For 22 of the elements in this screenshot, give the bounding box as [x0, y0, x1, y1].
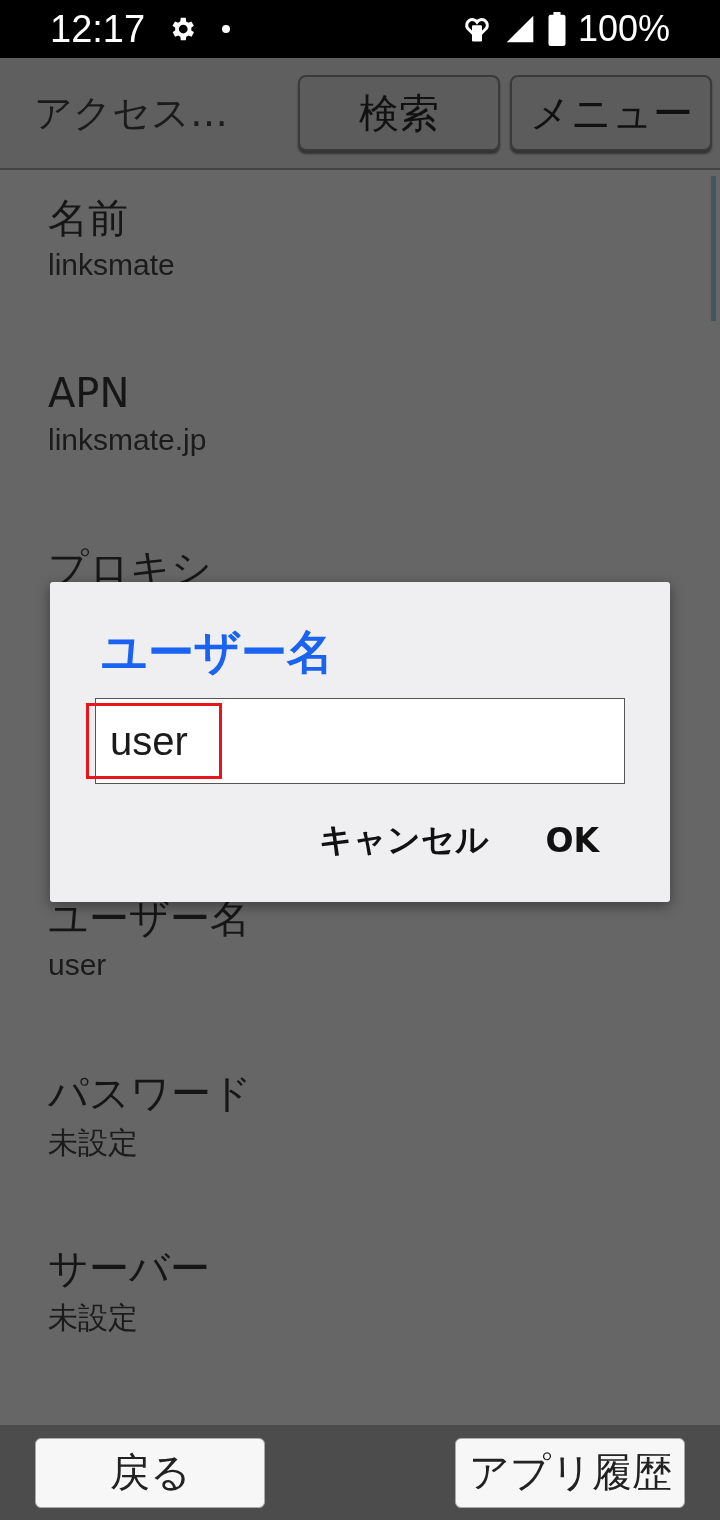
page-title: アクセス… [34, 89, 229, 137]
nav-button[interactable]: 戻る [35, 1437, 265, 1508]
dialog-button[interactable]: OK [537, 814, 607, 867]
setting-value: 未設定 [48, 1125, 138, 1161]
setting-value: linksmate [48, 248, 175, 282]
battery-level: 100% [577, 8, 670, 50]
setting-label[interactable]: パスワード [48, 1067, 252, 1119]
battery-icon [547, 12, 566, 46]
setting-label[interactable]: APN [48, 367, 130, 419]
input-field[interactable]: user [95, 698, 625, 784]
setting-label[interactable]: サーバー [48, 1242, 210, 1294]
setting-label[interactable]: 名前 [48, 192, 128, 244]
setting-value: 未設定 [48, 1300, 138, 1336]
setting-value: linksmate.jp [48, 423, 207, 457]
setting-value: user [48, 948, 107, 982]
clock: 12:17 [50, 7, 146, 51]
header-button[interactable]: メニュー [510, 75, 712, 151]
dialog-button[interactable]: キャンセル [311, 814, 498, 867]
dialog-title: ユーザー名 [101, 624, 333, 681]
nav-button[interactable]: アプリ履歴 [455, 1437, 685, 1508]
header-button[interactable]: 検索 [298, 75, 500, 151]
dot-icon [221, 24, 232, 34]
